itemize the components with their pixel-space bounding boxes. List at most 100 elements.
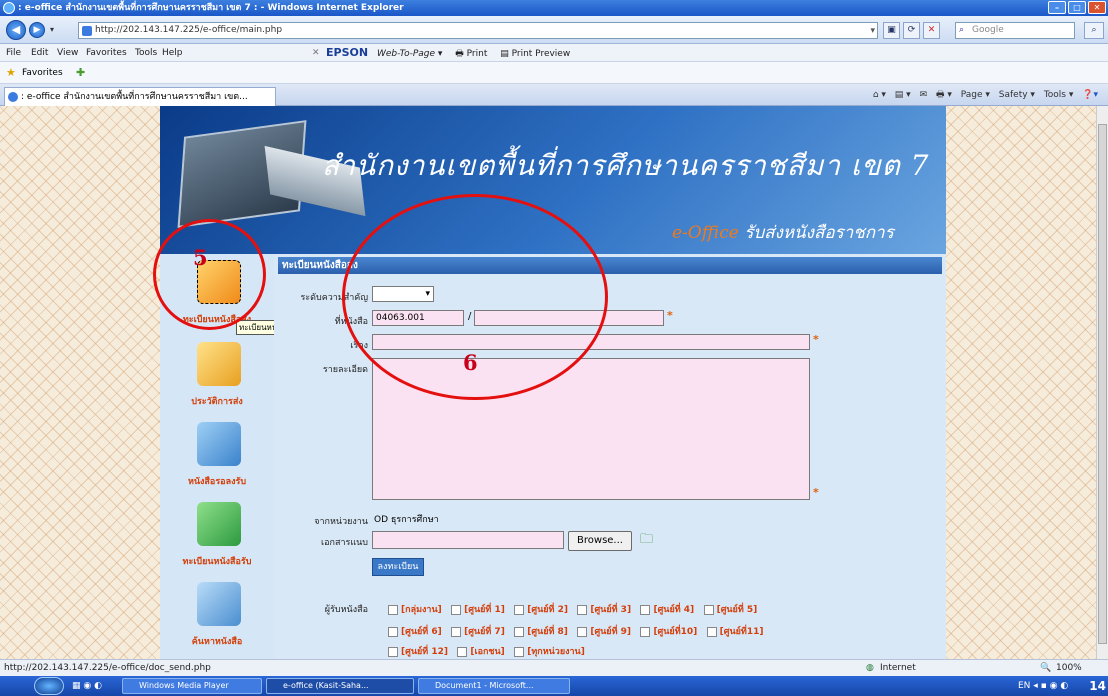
task-media-player[interactable]: Windows Media Player bbox=[122, 678, 262, 694]
recipient-option[interactable]: [ศูนย์ที่ 7] bbox=[451, 626, 505, 637]
chevron-down-icon: ▾ bbox=[425, 289, 430, 299]
address-url: http://202.143.147.225/e-office/main.php bbox=[95, 25, 283, 35]
print-button[interactable]: Print bbox=[467, 49, 488, 59]
maximize-button[interactable]: □ bbox=[1068, 1, 1086, 14]
start-button[interactable] bbox=[34, 677, 64, 695]
recent-pages-dropdown[interactable]: ▾ bbox=[50, 25, 54, 34]
help-icon[interactable]: ❓▾ bbox=[1082, 90, 1098, 100]
checkbox[interactable] bbox=[706, 626, 717, 637]
docno-label: ที่หนังสือ bbox=[334, 317, 368, 327]
recipient-option[interactable]: [ศูนย์ที่ 1] bbox=[451, 604, 505, 615]
menu-help[interactable]: Help bbox=[162, 44, 183, 62]
recipient-option[interactable]: [ศูนย์ที่ 5] bbox=[703, 604, 757, 615]
checkbox[interactable] bbox=[388, 646, 398, 657]
menu-pending-receive[interactable]: หนังสือรอลงรับ bbox=[160, 418, 274, 500]
checkbox[interactable] bbox=[451, 626, 462, 637]
save-register-button[interactable]: ลงทะเบียน bbox=[372, 558, 424, 576]
checkbox[interactable] bbox=[577, 626, 588, 637]
recipient-option[interactable]: [ศูนย์ที่ 12] bbox=[388, 646, 448, 657]
checkbox[interactable] bbox=[388, 626, 398, 637]
folder-documents-icon bbox=[197, 422, 241, 466]
refresh-button[interactable]: ⟳ bbox=[903, 22, 920, 39]
checkbox[interactable] bbox=[451, 604, 462, 615]
address-dropdown-icon[interactable]: ▾ bbox=[870, 24, 875, 39]
checkbox[interactable] bbox=[514, 626, 525, 637]
vertical-scrollbar[interactable] bbox=[1096, 106, 1108, 659]
detail-textarea[interactable] bbox=[372, 358, 810, 500]
recipient-option[interactable]: [ศูนย์ที่ 8] bbox=[514, 626, 568, 637]
docno-number-field[interactable] bbox=[474, 310, 664, 326]
checkbox[interactable] bbox=[514, 646, 525, 657]
attach-file-field[interactable] bbox=[372, 531, 564, 549]
checkbox[interactable] bbox=[703, 604, 714, 615]
task-ie[interactable]: e-office (Kasit-Saha... bbox=[266, 678, 414, 694]
print-preview-button[interactable]: Print Preview bbox=[512, 49, 571, 59]
recipient-option[interactable]: [กลุ่มงาน] bbox=[388, 604, 442, 615]
favorites-button[interactable]: Favorites bbox=[22, 62, 63, 84]
checkbox[interactable] bbox=[388, 604, 398, 615]
menu-send-history[interactable]: ประวัติการส่ง bbox=[160, 338, 274, 420]
minimize-button[interactable]: – bbox=[1048, 1, 1066, 14]
docno-prefix-field[interactable]: 04063.001 bbox=[372, 310, 464, 326]
recipient-option[interactable]: [ศูนย์ที่10] bbox=[640, 626, 697, 637]
menu-edit[interactable]: Edit bbox=[31, 44, 48, 62]
tray-icons[interactable]: EN ◂ ▪ ◉ ◐ bbox=[1018, 676, 1068, 696]
search-icon: ⌕ bbox=[959, 25, 965, 35]
recipient-option[interactable]: [ทุกหน่วยงาน] bbox=[514, 646, 585, 657]
status-bar: http://202.143.147.225/e-office/doc_send… bbox=[0, 659, 1108, 676]
urgency-select[interactable]: ▾ bbox=[372, 286, 434, 302]
mail-icon[interactable]: ✉ bbox=[920, 90, 928, 100]
add-attachment-icon[interactable]: 🗀 bbox=[640, 530, 653, 552]
task-word[interactable]: Document1 - Microsoft... bbox=[418, 678, 570, 694]
page-menu[interactable]: Page ▾ bbox=[961, 90, 990, 100]
safety-menu[interactable]: Safety ▾ bbox=[999, 90, 1035, 100]
recipient-option[interactable]: [ศูนย์ที่ 2] bbox=[514, 604, 568, 615]
tools-menu[interactable]: Tools ▾ bbox=[1044, 90, 1074, 100]
recipient-option[interactable]: [ศูนย์ที่ 9] bbox=[577, 626, 631, 637]
forward-button[interactable]: ▶ bbox=[29, 22, 45, 38]
menu-file[interactable]: File bbox=[6, 44, 21, 62]
toolbar-close-icon[interactable]: ✕ bbox=[312, 44, 320, 62]
clock: 14 bbox=[1089, 679, 1106, 693]
back-button[interactable]: ◀ bbox=[6, 20, 26, 40]
menu-tools[interactable]: Tools bbox=[135, 44, 157, 62]
print-icon[interactable]: 🖶 ▾ bbox=[936, 90, 952, 100]
star-icon: ★ bbox=[6, 66, 16, 79]
subject-field[interactable] bbox=[372, 334, 810, 350]
checkbox[interactable] bbox=[640, 604, 651, 615]
close-window-button[interactable]: ✕ bbox=[1088, 1, 1106, 14]
browser-tab[interactable]: : e-office สำนักงานเขตพื้นที่การศึกษานคร… bbox=[4, 87, 276, 106]
search-field[interactable]: ⌕ Google bbox=[955, 22, 1075, 39]
add-favorite-icon[interactable]: ✚ bbox=[76, 62, 85, 84]
recipient-option[interactable]: [ศูนย์ที่ 6] bbox=[388, 626, 442, 637]
stop-button[interactable]: ✕ bbox=[923, 22, 940, 39]
address-field[interactable]: http://202.143.147.225/e-office/main.php… bbox=[78, 22, 878, 39]
menu-favorites[interactable]: Favorites bbox=[86, 44, 127, 62]
browse-button[interactable]: Browse... bbox=[568, 531, 632, 551]
web-to-page-button[interactable]: Web-To-Page ▾ bbox=[377, 49, 442, 59]
home-icon[interactable]: ⌂ ▾ bbox=[873, 90, 886, 100]
compatibility-view-button[interactable]: ▣ bbox=[883, 22, 900, 39]
menu-receive-register[interactable]: ทะเบียนหนังสือรับ bbox=[160, 498, 274, 580]
epson-toolbar: EPSON Web-To-Page ▾ 🖶 Print ▤ Print Prev… bbox=[326, 44, 570, 63]
quick-launch-icons[interactable]: ▦ ◉ ◐ bbox=[72, 676, 102, 696]
search-go-button[interactable]: ⌕ bbox=[1084, 22, 1104, 39]
recipient-option[interactable]: [เอกชน] bbox=[457, 646, 505, 657]
zoom-icon[interactable]: 🔍 bbox=[1040, 660, 1051, 676]
checkbox[interactable] bbox=[514, 604, 525, 615]
menu-view[interactable]: View bbox=[57, 44, 78, 62]
recipient-option[interactable]: [ศูนย์ที่ 3] bbox=[577, 604, 631, 615]
menu-label: ทะเบียนหนังสือรับ bbox=[182, 557, 252, 567]
feeds-icon[interactable]: ▤ ▾ bbox=[895, 90, 911, 100]
checkbox[interactable] bbox=[640, 626, 651, 637]
tab-title: : e-office สำนักงานเขตพื้นที่การศึกษานคร… bbox=[21, 92, 248, 102]
checkbox[interactable] bbox=[577, 604, 588, 615]
menu-search-documents[interactable]: ค้นหาหนังสือ bbox=[160, 578, 274, 659]
scrollbar-thumb[interactable] bbox=[1098, 124, 1107, 644]
ie-tab-icon bbox=[8, 92, 18, 102]
menu-label: ค้นหาหนังสือ bbox=[191, 637, 243, 647]
recipient-option[interactable]: [ศูนย์ที่ 4] bbox=[640, 604, 694, 615]
checkbox[interactable] bbox=[457, 646, 468, 657]
recipient-option[interactable]: [ศูนย์ที่11] bbox=[706, 626, 764, 637]
zoom-level[interactable]: 100% bbox=[1056, 660, 1082, 676]
